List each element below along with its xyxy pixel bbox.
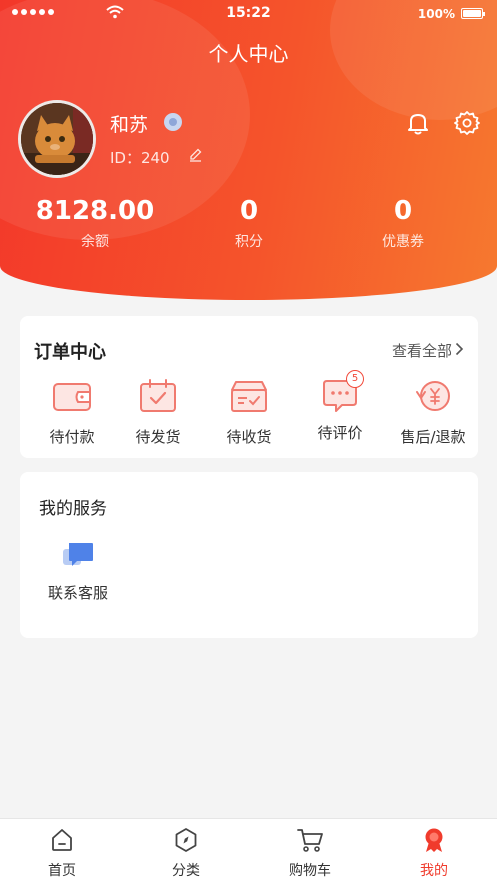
stat-points[interactable]: 0 积分 <box>166 195 332 251</box>
battery-percent: 100% <box>417 7 455 21</box>
edit-icon[interactable] <box>188 147 203 162</box>
status-bar: 15:22 100% <box>0 0 497 28</box>
tab-category[interactable]: 分类 <box>124 827 248 880</box>
calendar-check-icon <box>140 379 176 412</box>
stat-value: 0 <box>393 196 413 226</box>
review-count-badge: 5 <box>346 370 364 388</box>
page-title: 个人中心 <box>208 42 289 66</box>
stat-value: 0 <box>239 196 259 226</box>
avatar-cat-image <box>21 103 93 175</box>
battery-icon <box>461 8 485 19</box>
home-icon <box>52 829 72 851</box>
order-pending-receipt[interactable]: 待收货 <box>203 378 295 447</box>
tab-home[interactable]: 首页 <box>0 827 124 880</box>
services-title: 我的服务 <box>39 499 107 519</box>
order-item-label: 待发货 <box>135 428 181 446</box>
tab-cart[interactable]: 购物车 <box>248 827 372 880</box>
stat-coupons[interactable]: 0 优惠券 <box>320 195 486 251</box>
bottom-tab-bar: 首页 分类 购物车 我的 <box>0 818 497 884</box>
view-all-orders-link[interactable]: 查看全部 <box>392 340 464 361</box>
my-services-card: 我的服务 联系客服 <box>20 472 478 638</box>
contact-support-button[interactable]: 联系客服 <box>34 540 122 603</box>
order-pending-shipment[interactable]: 待发货 <box>112 378 204 447</box>
gear-icon[interactable] <box>454 110 480 136</box>
ribbon-icon <box>425 828 443 852</box>
order-pending-review[interactable]: 5 待评价 <box>294 370 386 443</box>
profile-header: 15:22 100% 个人中心 和苏 ID：240 8128.00 余额 0 积… <box>0 0 497 300</box>
order-after-sales[interactable]: 售后/退款 <box>387 378 479 447</box>
stat-label: 余额 <box>81 234 109 250</box>
view-all-label: 查看全部 <box>391 342 452 360</box>
order-item-label: 待付款 <box>49 428 95 446</box>
stat-value: 8128.00 <box>35 196 155 226</box>
tab-label: 购物车 <box>289 863 331 879</box>
tab-label: 我的 <box>420 863 448 879</box>
order-item-label: 待评价 <box>317 424 363 442</box>
stat-label: 积分 <box>235 234 263 250</box>
comment-icon-wrap: 5 <box>320 370 364 414</box>
order-item-label: 售后/退款 <box>400 428 466 446</box>
tab-label: 首页 <box>48 863 76 879</box>
wallet-icon <box>53 383 91 411</box>
tab-mine[interactable]: 我的 <box>372 827 496 880</box>
refund-icon <box>416 381 450 411</box>
avatar[interactable] <box>18 100 96 178</box>
username: 和苏 <box>110 114 149 136</box>
chevron-right-icon <box>455 342 464 356</box>
order-pending-payment[interactable]: 待付款 <box>26 378 118 447</box>
tab-label: 分类 <box>172 863 200 879</box>
service-item-label: 联系客服 <box>47 584 108 602</box>
order-item-label: 待收货 <box>226 428 272 446</box>
stat-balance[interactable]: 8128.00 余额 <box>12 195 178 251</box>
cart-icon <box>297 829 323 852</box>
user-id: ID：240 <box>110 149 170 167</box>
chat-bubble-icon <box>63 543 93 566</box>
bell-icon[interactable] <box>405 110 431 136</box>
order-center-card: 订单中心 查看全部 待付款 待发货 待收货 5 待评价 售后/退款 <box>20 316 478 458</box>
verified-badge-icon <box>164 113 182 131</box>
package-icon <box>231 381 267 412</box>
compass-icon <box>175 828 197 852</box>
stat-label: 优惠券 <box>382 234 424 250</box>
order-center-title: 订单中心 <box>34 342 106 363</box>
